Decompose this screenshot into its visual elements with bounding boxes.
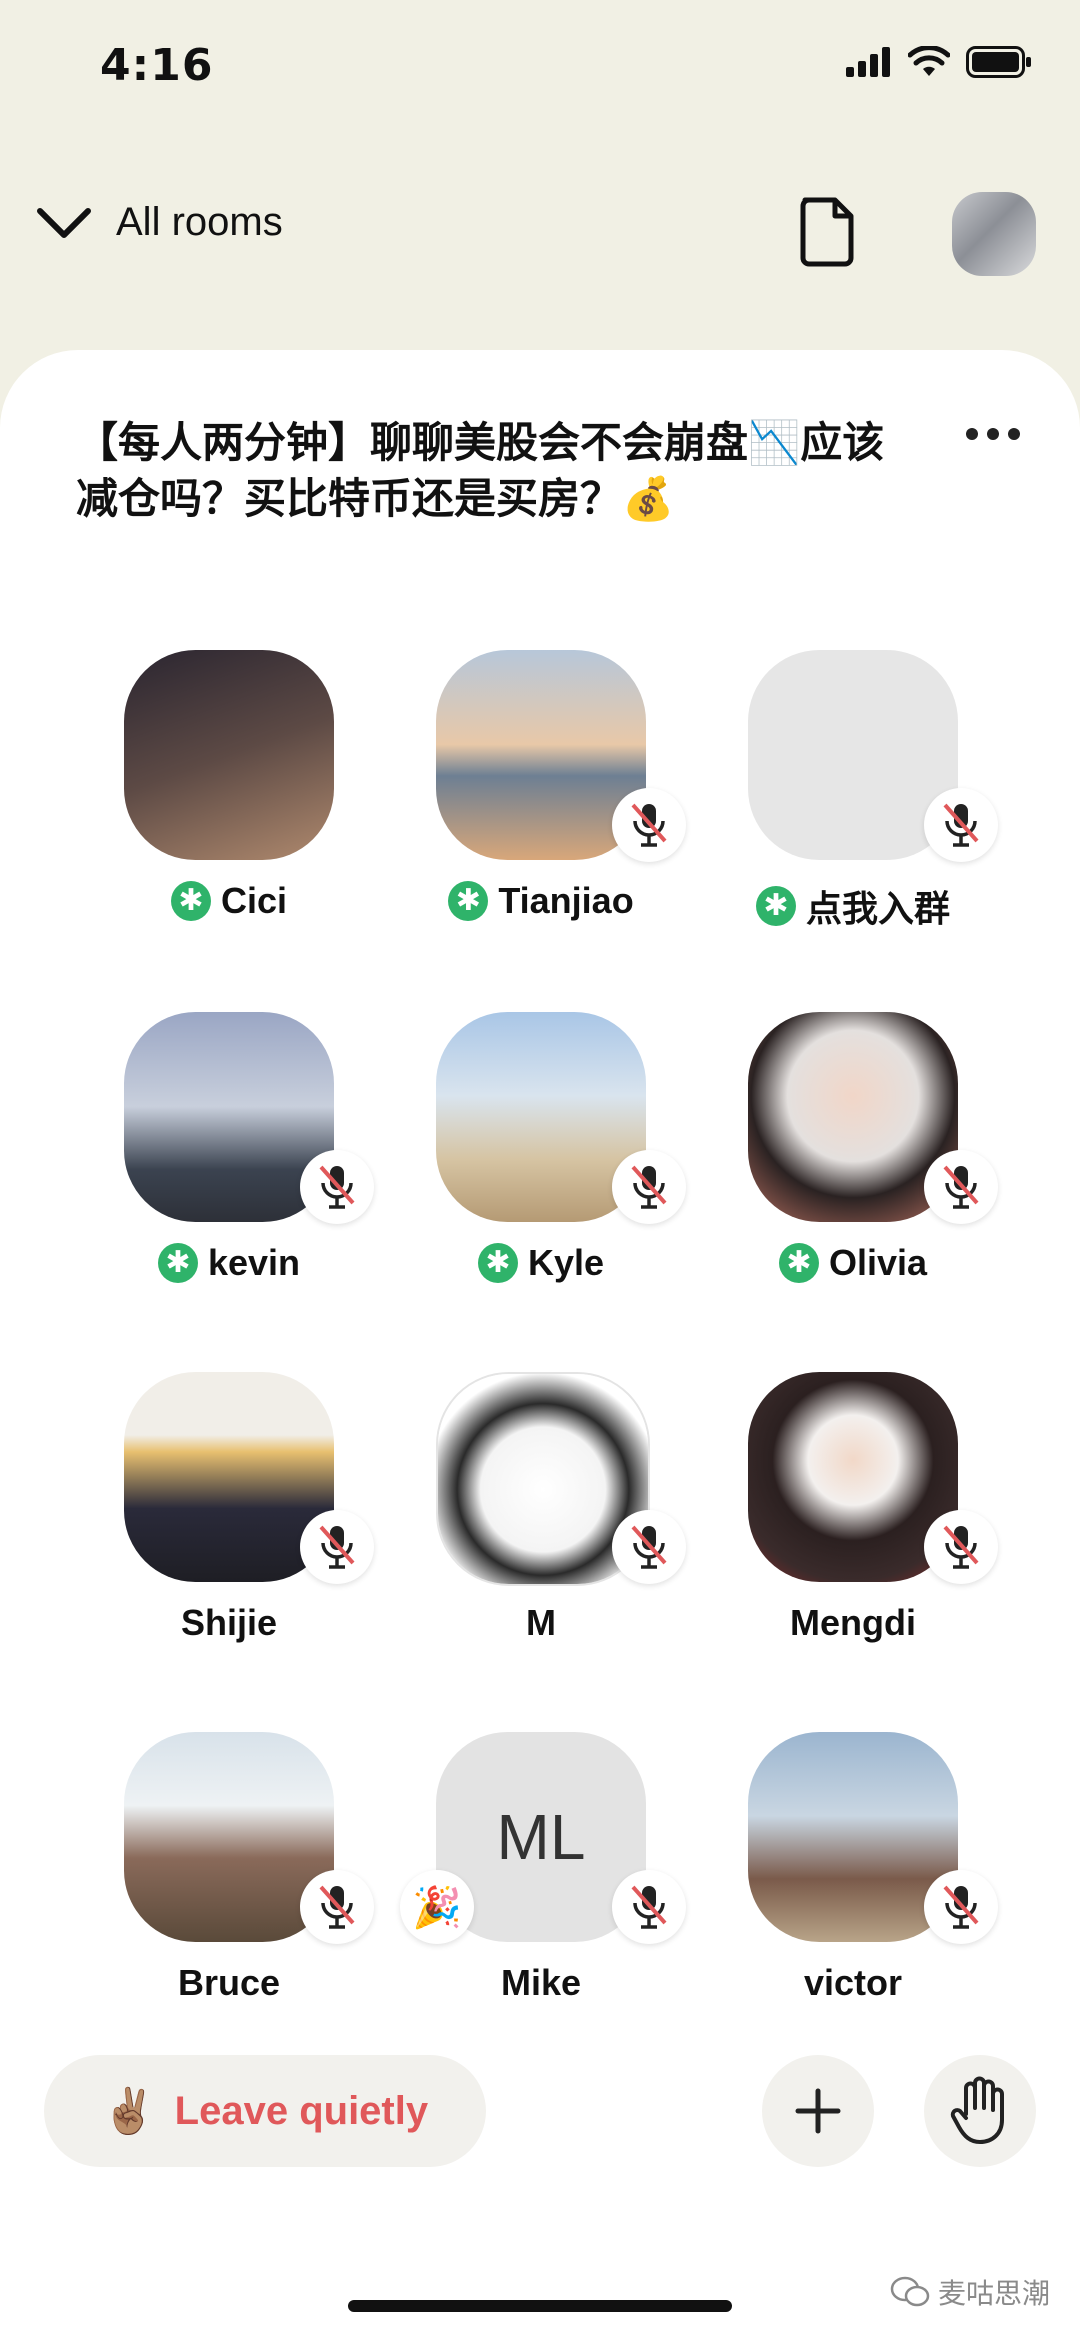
speaker-name: Mike <box>500 1962 582 2003</box>
speaker-name-row: ✱ Kyle <box>360 1242 722 1284</box>
speaker-name-row: ✱ 点我入群 <box>672 880 1034 932</box>
status-bar: 4:16 <box>0 0 1080 130</box>
mic-off-icon <box>943 1885 979 1929</box>
moderator-icon: ✱ <box>170 881 211 921</box>
speaker-tile: ✱ 点我入群 <box>672 650 998 950</box>
more-dot <box>966 428 978 440</box>
speaker-name: 点我入群 <box>805 888 950 929</box>
speaker-name-row: victor <box>672 1962 1034 2004</box>
mic-off-icon <box>631 1165 667 1209</box>
speaker-tile: Shijie <box>48 1372 374 1672</box>
speaker-tile: ✱ kevin <box>48 1012 374 1312</box>
mic-off-icon <box>319 1525 355 1569</box>
watermark: 麦咕思潮 <box>890 2272 1050 2312</box>
moderator-icon: ✱ <box>477 1243 518 1283</box>
speaker-name-row: Bruce <box>48 1962 410 2004</box>
speaker-name: M <box>526 1602 556 1643</box>
all-rooms-button[interactable]: All rooms <box>34 200 283 245</box>
speaker-name: Mengdi <box>790 1602 916 1643</box>
watermark-text: 麦咕思潮 <box>937 2277 1050 2310</box>
muted-badge <box>924 1510 998 1584</box>
speaker-tile: ✱ Tianjiao <box>360 650 686 950</box>
speaker-name: Bruce <box>177 1962 281 2003</box>
room-title: 【每人两分钟】聊聊美股会不会崩盘📉应该减仓吗？买比特币还是买房？💰 <box>76 418 885 523</box>
party-popper-badge: 🎉 <box>400 1870 474 1944</box>
speaker-name-row: ✱ Olivia <box>672 1242 1034 1284</box>
status-time: 4:16 <box>100 40 214 91</box>
mic-off-icon <box>943 1165 979 1209</box>
raise-hand-icon <box>950 2076 1004 2144</box>
speaker-photo <box>124 650 334 860</box>
speaker-name-row: Mike <box>360 1962 722 2004</box>
signal-icon <box>846 47 890 77</box>
speaker-name-row: ✱ kevin <box>48 1242 410 1284</box>
battery-icon <box>966 46 1031 78</box>
document-icon <box>800 197 854 267</box>
document-button[interactable] <box>795 196 859 268</box>
speaker-tile: Bruce <box>48 1732 374 2032</box>
more-dot <box>1008 428 1020 440</box>
wechat-icon <box>890 2276 930 2307</box>
speaker-tile: ML 🎉 Mike <box>360 1732 686 2032</box>
leave-quietly-button[interactable]: ✌🏽 Leave quietly <box>44 2055 486 2167</box>
party-popper-icon: 🎉 <box>412 1884 462 1931</box>
moderator-icon: ✱ <box>157 1243 198 1283</box>
chevron-down-icon <box>37 207 91 238</box>
wifi-icon <box>908 46 950 76</box>
mic-off-icon <box>631 1885 667 1929</box>
speaker-name-row: Mengdi <box>672 1602 1034 1644</box>
speaker-tile: Mengdi <box>672 1372 998 1672</box>
speaker-avatar[interactable] <box>124 650 334 860</box>
mic-off-icon <box>631 803 667 847</box>
bottom-bar: ✌🏽 Leave quietly <box>0 2055 1080 2175</box>
plus-icon <box>795 2088 841 2134</box>
speaker-tile: M <box>360 1372 686 1672</box>
raise-hand-button[interactable] <box>924 2055 1036 2167</box>
peace-hand-icon: ✌🏽 <box>101 2086 157 2137</box>
speaker-tile: ✱ Cici <box>48 650 348 950</box>
top-bar: All rooms <box>0 170 1080 300</box>
all-rooms-label: All rooms <box>116 200 283 244</box>
muted-badge <box>924 788 998 862</box>
speaker-name: Tianjiao <box>498 880 634 921</box>
speaker-name-row: Shijie <box>48 1602 410 1644</box>
mic-off-icon <box>943 803 979 847</box>
speaker-name-row: ✱ Tianjiao <box>360 880 722 922</box>
speaker-name: Olivia <box>828 1242 928 1283</box>
more-options-button[interactable] <box>966 428 1020 440</box>
room-sheet <box>0 350 1080 2337</box>
leave-quietly-label: Leave quietly <box>174 2088 429 2133</box>
moderator-icon: ✱ <box>778 1243 819 1283</box>
speaker-name: victor <box>803 1962 903 2003</box>
muted-badge <box>924 1150 998 1224</box>
add-button[interactable] <box>762 2055 874 2167</box>
speaker-name: kevin <box>207 1242 301 1283</box>
speaker-name: Kyle <box>527 1242 605 1283</box>
speaker-name: Cici <box>220 880 288 921</box>
home-indicator[interactable] <box>348 2300 732 2312</box>
speaker-tile: victor <box>672 1732 998 2032</box>
speaker-name: Shijie <box>180 1602 278 1643</box>
mic-off-icon <box>943 1525 979 1569</box>
more-dot <box>987 428 999 440</box>
speaker-tile: ✱ Kyle <box>360 1012 686 1312</box>
moderator-icon: ✱ <box>448 881 489 921</box>
speaker-tile: ✱ Olivia <box>672 1012 998 1312</box>
speaker-name-row: ✱ Cici <box>48 880 410 922</box>
moderator-icon: ✱ <box>755 886 796 926</box>
speaker-name-row: M <box>360 1602 722 1644</box>
mic-off-icon <box>319 1885 355 1929</box>
mic-off-icon <box>631 1525 667 1569</box>
profile-avatar[interactable] <box>952 192 1036 276</box>
muted-badge <box>924 1870 998 1944</box>
mic-off-icon <box>319 1165 355 1209</box>
status-icons <box>846 46 1032 78</box>
